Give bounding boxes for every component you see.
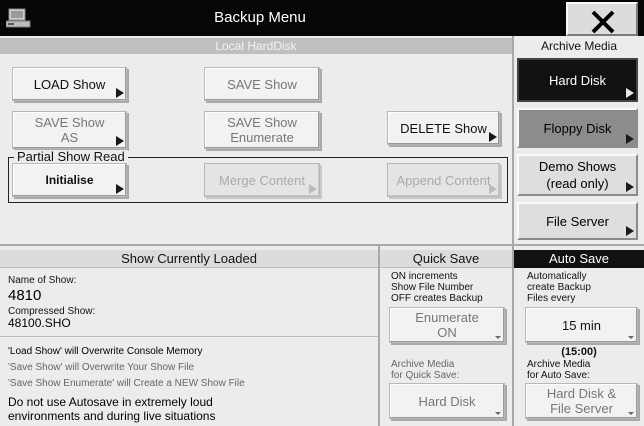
chevron-down-icon bbox=[495, 336, 501, 339]
quick-save-desc-3: OFF creates Backup bbox=[391, 293, 483, 304]
hard-disk-label: Hard Disk bbox=[548, 72, 607, 88]
file-server-button[interactable]: File Server bbox=[517, 202, 638, 240]
initialise-button[interactable]: Initialise bbox=[12, 163, 127, 197]
quick-archive-label-2: for Quick Save: bbox=[391, 370, 460, 381]
delete-show-button[interactable]: DELETE Show bbox=[387, 111, 500, 145]
warning-enumerate: 'Save Show Enumerate' will Create a NEW … bbox=[8, 378, 245, 389]
arrow-right-icon bbox=[626, 226, 634, 236]
chevron-down-icon bbox=[628, 412, 634, 415]
autosave-note-line-1: Do not use Autosave in extremely loud bbox=[8, 395, 213, 409]
quick-archive-label-1: Archive Media bbox=[391, 359, 455, 370]
arrow-right-icon bbox=[489, 132, 497, 142]
show-name-label: Name of Show: bbox=[8, 275, 77, 286]
auto-archive-label-1: Archive Media bbox=[527, 359, 591, 370]
arrow-right-icon bbox=[116, 184, 124, 194]
enumerate-label-2: ON bbox=[437, 325, 457, 340]
archive-media-header: Archive Media bbox=[514, 38, 644, 54]
bottom-divider bbox=[0, 244, 644, 246]
auto-save-desc-1: Automatically bbox=[527, 271, 587, 282]
arrow-right-icon bbox=[626, 88, 634, 98]
autosave-note-line-2: environments and during live situations bbox=[8, 409, 216, 423]
floppy-disk-button[interactable]: Floppy Disk bbox=[517, 108, 638, 148]
auto-save-desc: Automatically create Backup Files every bbox=[527, 271, 591, 304]
warning-save: 'Save Show' will Overwrite Your Show Fil… bbox=[8, 362, 195, 373]
auto-divider bbox=[512, 246, 514, 426]
load-show-button[interactable]: LOAD Show bbox=[12, 67, 127, 101]
save-show-as-label-2: AS bbox=[60, 130, 79, 145]
save-show-as-button[interactable]: SAVE Show AS bbox=[12, 111, 127, 149]
warning-load: 'Load Show' will Overwrite Console Memor… bbox=[8, 346, 203, 357]
partial-show-read-legend: Partial Show Read bbox=[14, 150, 128, 164]
auto-archive-label: Archive Media for Auto Save: bbox=[527, 359, 590, 381]
quick-archive-select[interactable]: Hard Disk bbox=[389, 383, 505, 419]
quick-archive-value: Hard Disk bbox=[418, 393, 476, 409]
save-show-button[interactable]: SAVE Show bbox=[204, 67, 320, 101]
show-loaded-header: Show Currently Loaded bbox=[0, 250, 378, 268]
load-show-label: LOAD Show bbox=[33, 76, 106, 92]
compressed-show-value: 48100.SHO bbox=[8, 316, 71, 330]
arrow-right-icon bbox=[626, 134, 634, 144]
merge-content-label: Merge Content bbox=[219, 172, 305, 188]
append-content-button[interactable]: Append Content bbox=[387, 163, 500, 197]
save-show-enumerate-button[interactable]: SAVE Show Enumerate bbox=[204, 111, 320, 149]
merge-content-button[interactable]: Merge Content bbox=[204, 163, 320, 197]
auto-save-header: Auto Save bbox=[514, 250, 644, 268]
auto-archive-value-2: File Server bbox=[550, 401, 613, 416]
chevron-down-icon bbox=[628, 336, 634, 339]
auto-archive-value-1: Hard Disk & bbox=[546, 386, 617, 401]
archive-divider bbox=[512, 36, 514, 244]
save-show-enumerate-label-1: SAVE Show bbox=[227, 115, 297, 130]
loaded-separator bbox=[0, 336, 378, 337]
quick-archive-label: Archive Media for Quick Save: bbox=[391, 359, 459, 381]
arrow-right-icon bbox=[309, 184, 317, 194]
auto-save-desc-2: create Backup bbox=[527, 282, 591, 293]
file-server-label: File Server bbox=[546, 213, 609, 229]
enumerate-toggle[interactable]: Enumerate ON bbox=[389, 307, 505, 343]
arrow-right-icon bbox=[116, 88, 124, 98]
demo-shows-label-2: (read only) bbox=[546, 176, 609, 191]
hard-disk-button[interactable]: Hard Disk bbox=[517, 58, 638, 102]
arrow-right-icon bbox=[116, 136, 124, 146]
auto-save-next-time: (15:00) bbox=[561, 346, 597, 358]
arrow-right-icon bbox=[626, 182, 634, 192]
auto-save-interval-value: 15 min bbox=[561, 317, 602, 333]
save-show-enumerate-label-2: Enumerate bbox=[230, 130, 294, 145]
autosave-note: Do not use Autosave in extremely loud en… bbox=[8, 395, 215, 423]
delete-show-label: DELETE Show bbox=[400, 120, 487, 136]
quick-divider bbox=[378, 246, 380, 426]
demo-shows-button[interactable]: Demo Shows (read only) bbox=[517, 154, 638, 196]
close-button[interactable] bbox=[566, 2, 638, 36]
auto-save-desc-3: Files every bbox=[527, 293, 576, 304]
local-harddisk-header: Local HardDisk bbox=[0, 38, 512, 54]
arrow-right-icon bbox=[489, 184, 497, 194]
demo-shows-label-1: Demo Shows bbox=[538, 159, 617, 174]
enumerate-label-1: Enumerate bbox=[415, 310, 479, 325]
floppy-disk-label: Floppy Disk bbox=[543, 120, 612, 136]
show-name-value: 4810 bbox=[8, 287, 42, 304]
save-show-as-label-1: SAVE Show bbox=[34, 115, 105, 130]
chevron-down-icon bbox=[495, 412, 501, 415]
save-show-label: SAVE Show bbox=[227, 76, 297, 92]
quick-save-desc-1: ON increments bbox=[391, 271, 458, 282]
quick-save-header: Quick Save bbox=[380, 250, 512, 268]
close-icon bbox=[591, 10, 615, 34]
window-title: Backup Menu bbox=[214, 9, 306, 26]
auto-archive-label-2: for Auto Save: bbox=[527, 370, 590, 381]
auto-save-interval-select[interactable]: 15 min bbox=[525, 307, 638, 343]
quick-save-desc: ON increments Show File Number OFF creat… bbox=[391, 271, 483, 304]
auto-archive-select[interactable]: Hard Disk & File Server bbox=[525, 383, 638, 419]
initialise-label: Initialise bbox=[45, 172, 94, 187]
append-content-label: Append Content bbox=[396, 172, 491, 188]
quick-save-desc-2: Show File Number bbox=[391, 282, 474, 293]
